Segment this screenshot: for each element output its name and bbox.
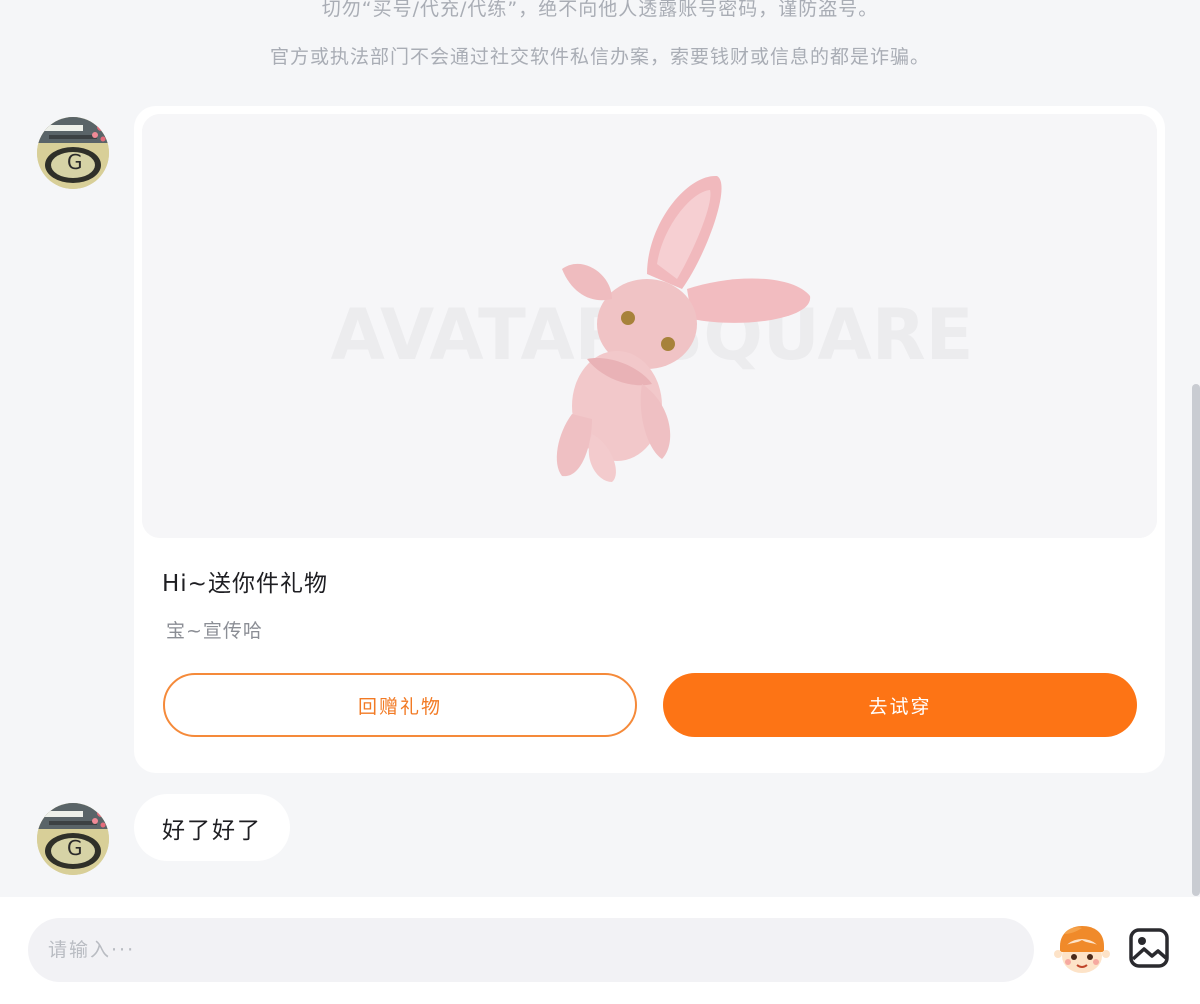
- message-composer: [0, 897, 1200, 1004]
- chat-page: 切勿“买号/代充/代练”，绝不向他人透露账号密码，谨防盗号。 官方或执法部门不会…: [0, 0, 1200, 1004]
- gift-image: AVATAR SQUARE: [142, 114, 1157, 538]
- sender-avatar[interactable]: G: [37, 803, 109, 875]
- message-bubble[interactable]: 好了好了: [134, 794, 290, 861]
- svg-text:G: G: [67, 836, 83, 860]
- gift-subtitle: 宝~宣传哈: [166, 620, 263, 642]
- message-input[interactable]: [28, 918, 1034, 982]
- svg-text:G: G: [67, 150, 83, 174]
- emoji-mascot-icon[interactable]: [1054, 924, 1110, 976]
- avatar-image: G: [37, 803, 109, 875]
- image-icon[interactable]: [1128, 927, 1170, 969]
- safety-notice-1: 切勿“买号/代充/代练”，绝不向他人透露账号密码，谨防盗号。: [321, 0, 879, 20]
- scrollbar[interactable]: [1192, 384, 1200, 896]
- return-gift-button[interactable]: 回赠礼物: [163, 673, 637, 737]
- gift-card[interactable]: AVATAR SQUARE Hi~送你件礼物 宝~宣传哈 回赠礼物 去试穿: [134, 106, 1165, 773]
- gift-title: Hi~送你件礼物: [162, 571, 328, 597]
- sender-avatar[interactable]: G: [37, 117, 109, 189]
- message-text: 好了好了: [162, 817, 262, 844]
- safety-notice-2: 官方或执法部门不会通过社交软件私信办案，索要钱财或信息的都是诈骗。: [269, 46, 930, 68]
- bunny-plush-image: AVATAR SQUARE: [142, 114, 1157, 538]
- try-on-button[interactable]: 去试穿: [663, 673, 1137, 737]
- avatar-image: G: [37, 117, 109, 189]
